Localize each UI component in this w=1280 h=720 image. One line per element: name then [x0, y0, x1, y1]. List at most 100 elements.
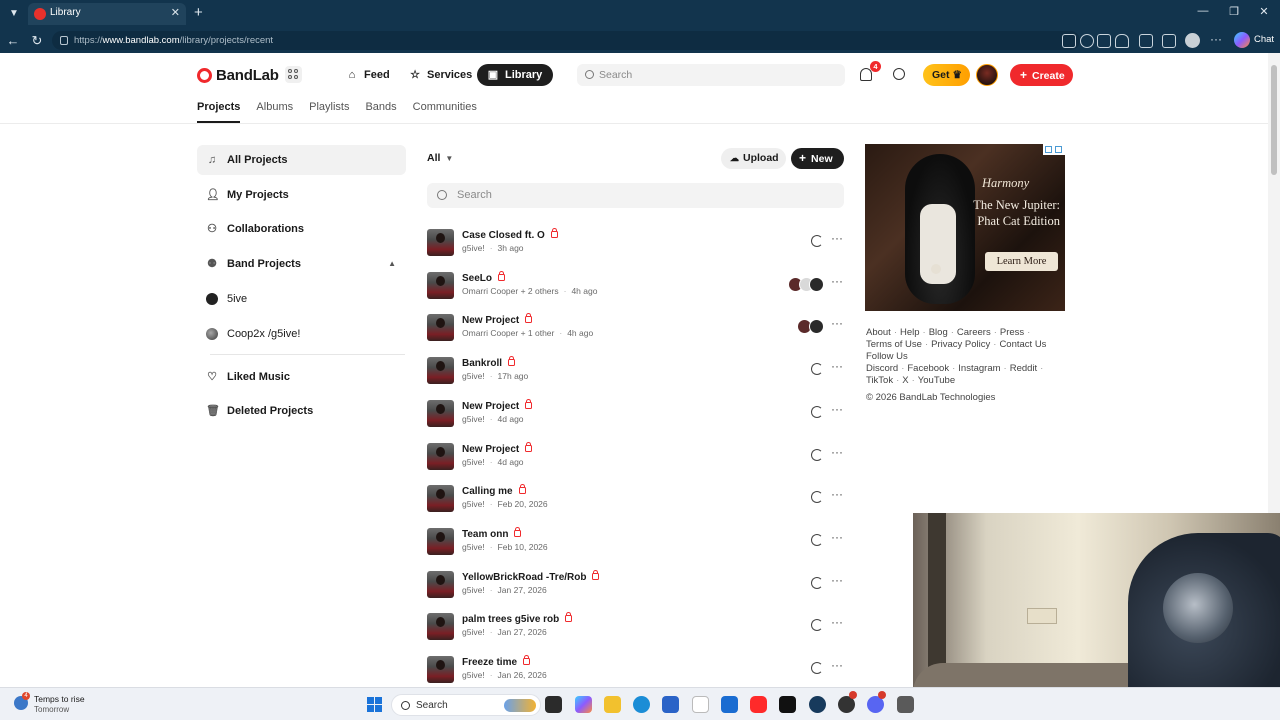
notifications-browser-icon[interactable] — [1115, 34, 1129, 48]
footer-link-blog[interactable]: Blog — [929, 327, 948, 338]
collaborator-avatar[interactable] — [809, 319, 824, 335]
more-options-icon[interactable]: ··· — [831, 274, 843, 288]
footer-link-facebook[interactable]: Facebook — [907, 363, 949, 374]
project-thumbnail[interactable] — [427, 656, 454, 683]
sidebar-item-liked-music[interactable]: ♡ Liked Music — [197, 362, 406, 392]
sidebar-item-band-projects[interactable]: ⚉ Band Projects ▲ — [197, 249, 406, 279]
footer-link-reddit[interactable]: Reddit — [1010, 363, 1037, 374]
bandlab-logo[interactable]: BandLab — [197, 66, 279, 84]
filter-dropdown[interactable]: All ▼ — [427, 152, 453, 164]
footer-link-tiktok[interactable]: TikTok — [866, 375, 893, 386]
more-options-icon[interactable]: ··· — [831, 530, 843, 544]
project-title[interactable]: Bankroll — [462, 356, 516, 369]
more-options-icon[interactable]: ··· — [831, 487, 843, 501]
ad-learn-more-button[interactable]: Learn More — [985, 252, 1058, 271]
open-in-studio-icon[interactable] — [811, 662, 823, 674]
sidebar-item-collaborations[interactable]: ⚇ Collaborations — [197, 214, 406, 244]
maximize-window-icon[interactable]: ❐ — [1224, 5, 1244, 18]
more-options-icon[interactable]: ··· — [831, 615, 843, 629]
store-icon[interactable] — [662, 696, 679, 713]
new-project-button[interactable]: + New — [791, 148, 844, 169]
upload-button[interactable]: ☁ Upload — [721, 148, 786, 169]
footer-link-help[interactable]: Help — [900, 327, 920, 338]
footer-link-terms[interactable]: Terms of Use — [866, 339, 922, 350]
apps-grid-button[interactable] — [285, 66, 302, 83]
netflix-icon[interactable] — [779, 696, 796, 713]
open-in-studio-icon[interactable] — [811, 235, 823, 247]
open-in-studio-icon[interactable] — [811, 533, 823, 546]
app-icon[interactable] — [897, 696, 914, 713]
more-options-icon[interactable]: ··· — [831, 573, 843, 587]
project-title[interactable]: palm trees g5ive rob — [462, 612, 573, 625]
youtube-icon[interactable] — [750, 696, 767, 713]
project-row[interactable]: New Project g5ive! · 4d ago ··· — [427, 441, 844, 483]
new-tab-plus-icon[interactable]: + — [194, 4, 203, 22]
sidebar-item-band-coop2x[interactable]: Coop2x /g5ive! — [197, 319, 406, 349]
user-avatar[interactable] — [976, 64, 998, 86]
nav-library[interactable]: ▣ Library — [477, 64, 554, 86]
project-title[interactable]: Calling me — [462, 484, 526, 497]
project-row[interactable]: Case Closed ft. O g5ive! · 3h ago ··· — [427, 227, 844, 269]
project-thumbnail[interactable] — [427, 271, 454, 299]
get-membership-button[interactable]: Get ♛ — [923, 64, 970, 86]
messages-icon[interactable] — [893, 68, 905, 80]
edge-browser-icon[interactable] — [633, 696, 650, 713]
project-title[interactable]: New Project — [462, 313, 533, 326]
open-in-studio-icon[interactable] — [811, 576, 823, 589]
open-in-studio-icon[interactable] — [811, 448, 823, 461]
project-title[interactable]: SeeLo — [462, 270, 506, 284]
footer-link-x[interactable]: X — [902, 375, 908, 386]
open-in-studio-icon[interactable] — [811, 619, 823, 632]
footer-link-about[interactable]: About — [866, 327, 891, 338]
project-title[interactable]: Case Closed ft. O — [462, 228, 558, 241]
task-view-icon[interactable] — [545, 696, 562, 713]
project-title[interactable]: New Project — [462, 441, 533, 455]
more-options-icon[interactable]: ··· — [831, 231, 843, 245]
footer-link-contact[interactable]: Contact Us — [999, 339, 1046, 350]
copilot-chat-label[interactable]: Chat — [1254, 34, 1274, 45]
sidebar-item-band-5ive[interactable]: 5ive — [197, 284, 406, 314]
tab-list-chevron-icon[interactable]: ▼ — [6, 6, 22, 22]
minimize-window-icon[interactable]: — — [1193, 5, 1213, 17]
tab-bands[interactable]: Bands — [365, 101, 396, 123]
open-in-studio-icon[interactable] — [811, 405, 823, 418]
nav-feed[interactable]: ⌂ Feed — [346, 64, 390, 86]
project-row[interactable]: Calling me g5ive! · Feb 20, 2026 ··· — [427, 483, 844, 525]
project-thumbnail[interactable] — [427, 485, 454, 513]
project-row[interactable]: YellowBrickRoad -Tre/Rob g5ive! · Jan 27, 2… — [427, 569, 844, 611]
project-thumbnail[interactable] — [427, 314, 454, 342]
browser-menu-dots-icon[interactable]: ··· — [1210, 32, 1222, 46]
project-thumbnail[interactable] — [427, 229, 454, 256]
project-thumbnail[interactable] — [427, 570, 454, 598]
scrollbar-thumb[interactable] — [1271, 65, 1277, 175]
weather-title[interactable]: Temps to rise — [34, 694, 85, 704]
taskbar-search[interactable]: Search — [391, 694, 541, 716]
more-options-icon[interactable]: ··· — [831, 658, 843, 672]
close-window-icon[interactable]: ✕ — [1254, 5, 1274, 18]
project-thumbnail[interactable] — [427, 527, 454, 555]
notifications-bell-icon[interactable] — [860, 68, 872, 81]
collaborator-avatar[interactable] — [809, 276, 824, 292]
footer-link-press[interactable]: Press — [1000, 327, 1024, 338]
copilot-app-icon[interactable] — [575, 696, 592, 713]
project-title[interactable]: New Project — [462, 398, 533, 412]
extension-icon[interactable] — [1139, 34, 1153, 48]
open-in-studio-icon[interactable] — [811, 363, 823, 376]
project-thumbnail[interactable] — [427, 357, 454, 385]
footer-link-instagram[interactable]: Instagram — [958, 363, 1000, 374]
more-options-icon[interactable]: ··· — [831, 316, 843, 330]
browser-tab[interactable]: Library ✕ — [28, 3, 186, 25]
sidebar-item-deleted-projects[interactable]: 🗑︎ Deleted Projects — [197, 396, 406, 426]
tab-projects[interactable]: Projects — [197, 101, 241, 123]
open-in-studio-icon[interactable] — [811, 491, 823, 504]
footer-link-discord[interactable]: Discord — [866, 363, 898, 374]
back-arrow-icon[interactable]: ← — [4, 32, 22, 50]
footer-link-careers[interactable]: Careers — [957, 327, 991, 338]
favorites-icon[interactable] — [1162, 34, 1176, 48]
tab-communities[interactable]: Communities — [413, 101, 477, 123]
steam-icon[interactable] — [809, 696, 826, 713]
copilot-icon[interactable] — [1234, 32, 1250, 48]
header-search-input[interactable]: Search — [577, 64, 845, 86]
app-available-icon[interactable] — [1062, 34, 1076, 48]
app-icon[interactable] — [692, 696, 709, 713]
